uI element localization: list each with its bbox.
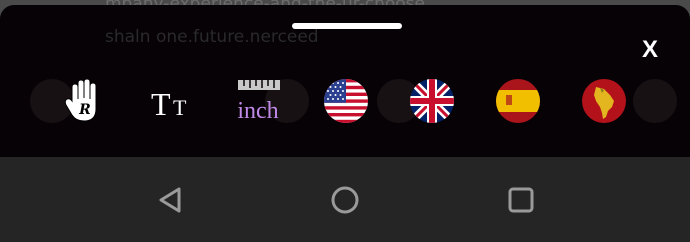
background-text-line-dimmed: shaln one.future.nerceed [105, 27, 319, 47]
text-size-icon: T T [151, 86, 187, 122]
hand-r-icon: R [64, 78, 97, 122]
inch-units-button[interactable]: inch [232, 75, 284, 127]
hand-r-button[interactable]: R [58, 75, 110, 127]
text-size-button[interactable]: T T [148, 75, 200, 127]
text-size-small-t: T [173, 95, 187, 120]
spain-flag-button[interactable] [496, 79, 540, 123]
drag-handle[interactable] [292, 23, 402, 29]
us-flag-button[interactable] [324, 79, 368, 123]
back-triangle-icon [159, 187, 181, 213]
home-circle-icon [331, 186, 359, 214]
inch-label: inch [237, 98, 278, 124]
close-button[interactable]: X [635, 35, 665, 65]
us-flag-icon [324, 79, 368, 123]
home-button[interactable] [327, 182, 363, 218]
hand-r-glyph: R [78, 102, 91, 118]
latin-america-flag-button[interactable] [582, 79, 626, 123]
ghost-icon [633, 79, 677, 123]
back-button[interactable] [152, 182, 188, 218]
uk-flag-icon [410, 79, 454, 123]
recents-square-icon [508, 187, 534, 213]
bottom-sheet: shaln one.future.nerceed X R T T inch [0, 5, 690, 157]
recents-button[interactable] [503, 182, 539, 218]
inch-units-icon: inch [237, 80, 280, 124]
latin-america-flag-icon [582, 79, 626, 123]
text-size-large-t: T [151, 86, 171, 122]
spain-flag-icon [496, 79, 540, 123]
uk-flag-button[interactable] [410, 79, 454, 123]
